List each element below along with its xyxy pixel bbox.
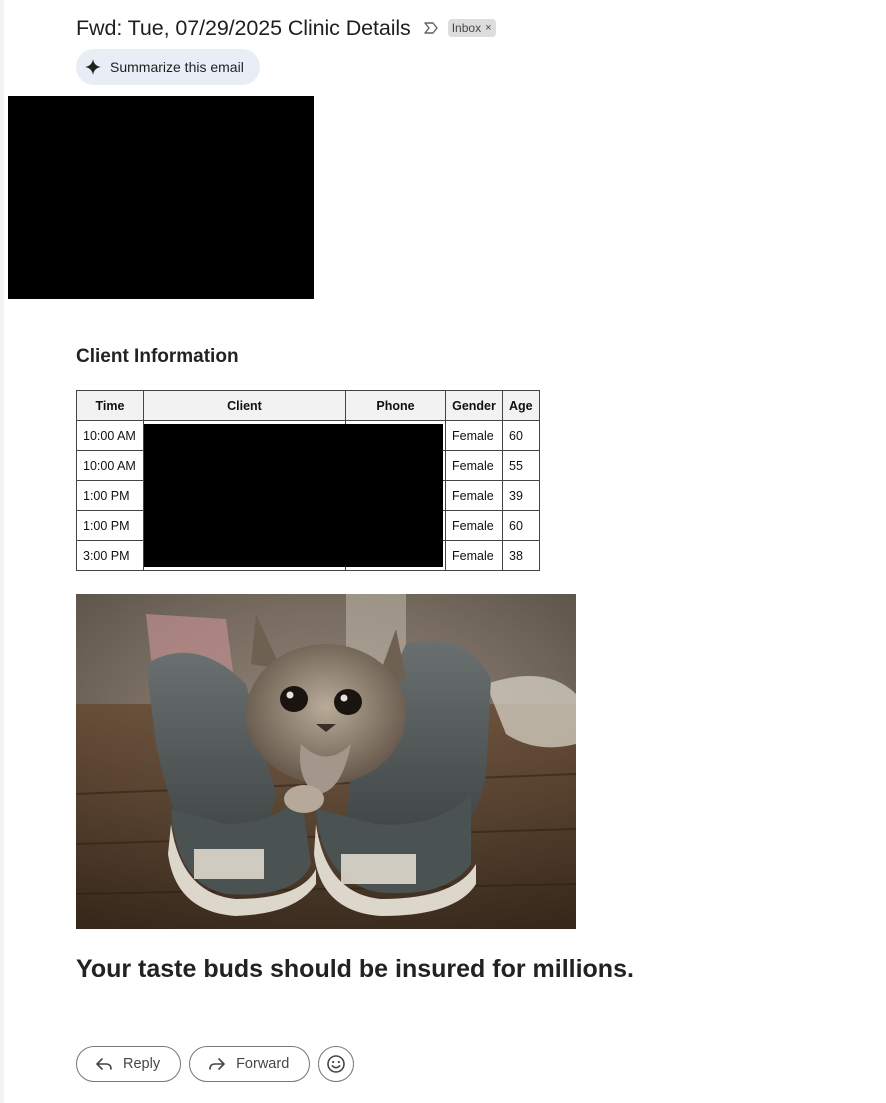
header-time: Time [76, 390, 144, 421]
sparkle-icon [85, 59, 101, 75]
inbox-label-text: Inbox [451, 21, 482, 35]
cell-age: 38 [502, 540, 540, 571]
reply-arrow-icon [96, 1058, 112, 1070]
table-header-row: Time Client Phone Gender Age [76, 390, 540, 421]
left-gutter [0, 0, 4, 1103]
header-client: Client [143, 390, 346, 421]
header-age: Age [502, 390, 540, 421]
summarize-label: Summarize this email [110, 59, 244, 75]
inbox-label-chip[interactable]: Inbox × [447, 19, 496, 37]
reply-button[interactable]: Reply [76, 1046, 182, 1082]
cell-time: 1:00 PM [76, 480, 144, 511]
cell-time: 10:00 AM [76, 420, 144, 451]
reply-label: Reply [123, 1056, 161, 1072]
email-subject: Fwd: Tue, 07/29/2025 Clinic Details [76, 15, 411, 40]
header-phone: Phone [345, 390, 446, 421]
redacted-client-info [144, 424, 443, 567]
cell-age: 39 [502, 480, 540, 511]
kitten-in-sneakers-photo [76, 594, 576, 929]
importance-marker-icon[interactable] [423, 21, 439, 35]
email-tagline: Your taste buds should be insured for mi… [76, 955, 634, 983]
summarize-email-button[interactable]: Summarize this email [76, 49, 260, 85]
forward-button[interactable]: Forward [189, 1046, 311, 1082]
cell-gender: Female [445, 420, 503, 451]
smiley-icon [327, 1055, 346, 1073]
forward-arrow-icon [209, 1058, 225, 1070]
cell-time: 3:00 PM [76, 540, 144, 571]
cell-age: 60 [502, 510, 540, 541]
header-gender: Gender [445, 390, 503, 421]
redacted-image-block [8, 96, 314, 299]
cell-gender: Female [445, 450, 503, 481]
message-actions: Reply Forward [76, 1046, 355, 1082]
cell-gender: Female [445, 510, 503, 541]
cell-time: 1:00 PM [76, 510, 144, 541]
add-reaction-button[interactable] [318, 1046, 355, 1082]
section-title: Client Information [76, 346, 239, 367]
cell-gender: Female [445, 540, 503, 571]
cell-time: 10:00 AM [76, 450, 144, 481]
cell-gender: Female [445, 480, 503, 511]
forward-label: Forward [236, 1056, 290, 1072]
cell-age: 55 [502, 450, 540, 481]
cell-age: 60 [502, 420, 540, 451]
subject-row: Fwd: Tue, 07/29/2025 Clinic Details Inbo… [76, 12, 496, 44]
remove-label-icon[interactable]: × [485, 22, 491, 34]
